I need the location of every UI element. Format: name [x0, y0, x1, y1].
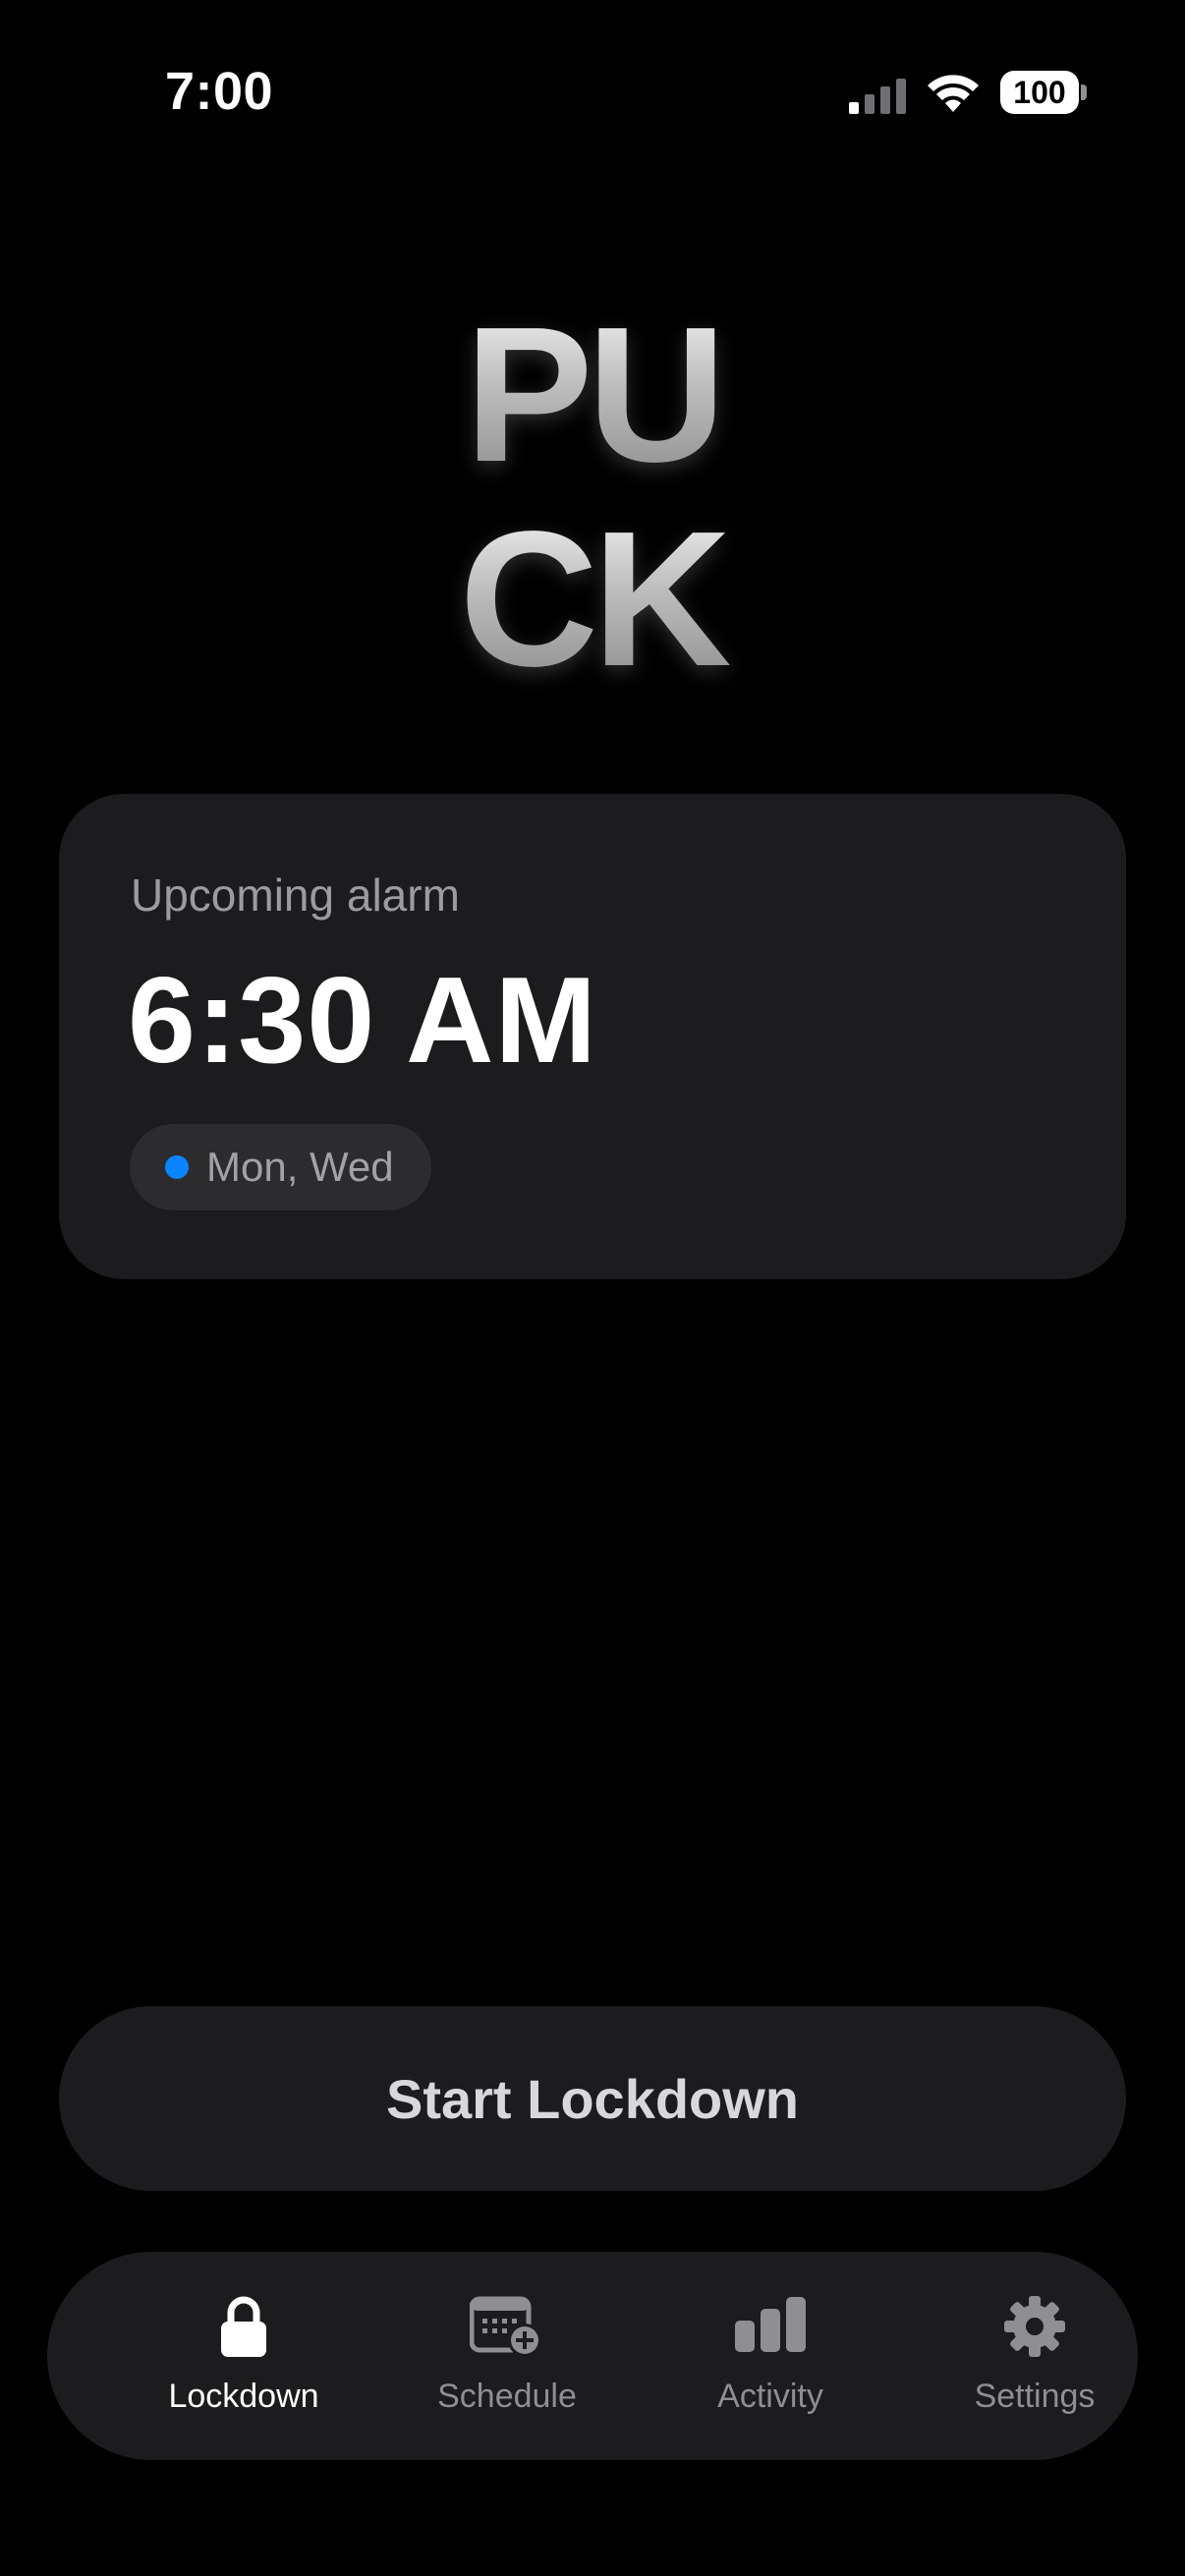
status-time: 7:00 — [165, 62, 274, 121]
status-dot — [165, 1155, 189, 1179]
lock-icon — [204, 2295, 283, 2366]
battery-nub — [1081, 84, 1087, 100]
bar-chart-icon — [731, 2295, 810, 2366]
tab-settings[interactable]: Settings — [922, 2252, 1148, 2460]
tab-activity-label: Activity — [717, 2378, 823, 2415]
start-lockdown-label: Start Lockdown — [385, 2067, 800, 2130]
tab-schedule-label: Schedule — [437, 2378, 577, 2415]
start-lockdown-button[interactable]: Start Lockdown — [59, 2006, 1126, 2191]
cellular-signal-icon — [849, 79, 906, 114]
app-logo-line1: PU — [0, 299, 1185, 491]
tab-schedule[interactable]: Schedule — [394, 2252, 620, 2460]
lockdown-screen: 7:00 100 PU CK Upcoming alarm 6:30 AM Mo… — [0, 0, 1185, 2576]
alarm-card-label: Upcoming alarm — [131, 869, 460, 921]
battery-indicator: 100 — [1000, 71, 1079, 114]
app-logo-line2: CK — [0, 503, 1185, 696]
alarm-days: Mon, Wed — [206, 1144, 394, 1190]
alarm-time: 6:30 AM — [128, 953, 597, 1089]
upcoming-alarm-card[interactable]: Upcoming alarm 6:30 AM Mon, Wed — [59, 794, 1126, 1279]
tab-bar: Lockdown Schedule Activity Settings — [47, 2252, 1138, 2460]
tab-lockdown-label: Lockdown — [168, 2378, 319, 2415]
tab-settings-label: Settings — [974, 2378, 1096, 2415]
alarm-days-chip: Mon, Wed — [130, 1124, 431, 1210]
tab-lockdown[interactable]: Lockdown — [131, 2252, 357, 2460]
gear-icon — [995, 2295, 1074, 2366]
calendar-add-icon — [468, 2295, 546, 2366]
tab-activity[interactable]: Activity — [657, 2252, 883, 2460]
wifi-icon — [928, 75, 979, 112]
